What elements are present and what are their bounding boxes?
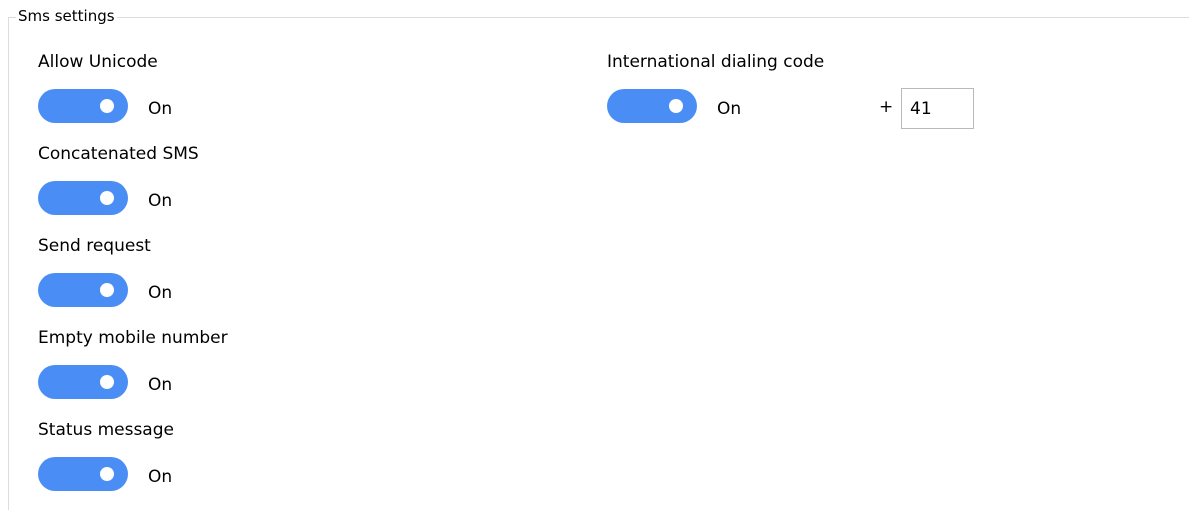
empty-mobile-number-label: Empty mobile number <box>38 328 228 348</box>
allow-unicode-toggle[interactable] <box>38 89 128 123</box>
group-title: Sms settings <box>16 6 117 26</box>
international-dialing-code-state: On <box>717 99 742 119</box>
concatenated-sms-state: On <box>148 191 173 211</box>
toggle-knob <box>100 467 114 481</box>
send-request-label: Send request <box>38 236 151 256</box>
sms-settings-groupbox <box>8 17 1189 510</box>
empty-mobile-number-toggle[interactable] <box>38 365 128 399</box>
status-message-state: On <box>148 467 173 487</box>
sms-settings-panel: Sms settings Allow Unicode On Concatenat… <box>0 0 1189 510</box>
dialing-code-input[interactable] <box>901 88 974 129</box>
international-dialing-code-label: International dialing code <box>607 52 825 72</box>
concatenated-sms-toggle[interactable] <box>38 181 128 215</box>
toggle-knob <box>669 99 683 113</box>
status-message-label: Status message <box>38 420 174 440</box>
toggle-knob <box>100 283 114 297</box>
toggle-knob <box>100 191 114 205</box>
international-dialing-code-toggle[interactable] <box>607 89 697 123</box>
send-request-state: On <box>148 283 173 303</box>
empty-mobile-number-state: On <box>148 375 173 395</box>
allow-unicode-label: Allow Unicode <box>38 52 158 72</box>
allow-unicode-state: On <box>148 99 173 119</box>
toggle-knob <box>100 99 114 113</box>
send-request-toggle[interactable] <box>38 273 128 307</box>
status-message-toggle[interactable] <box>38 457 128 491</box>
concatenated-sms-label: Concatenated SMS <box>38 144 199 164</box>
toggle-knob <box>100 375 114 389</box>
plus-sign: + <box>879 97 894 117</box>
